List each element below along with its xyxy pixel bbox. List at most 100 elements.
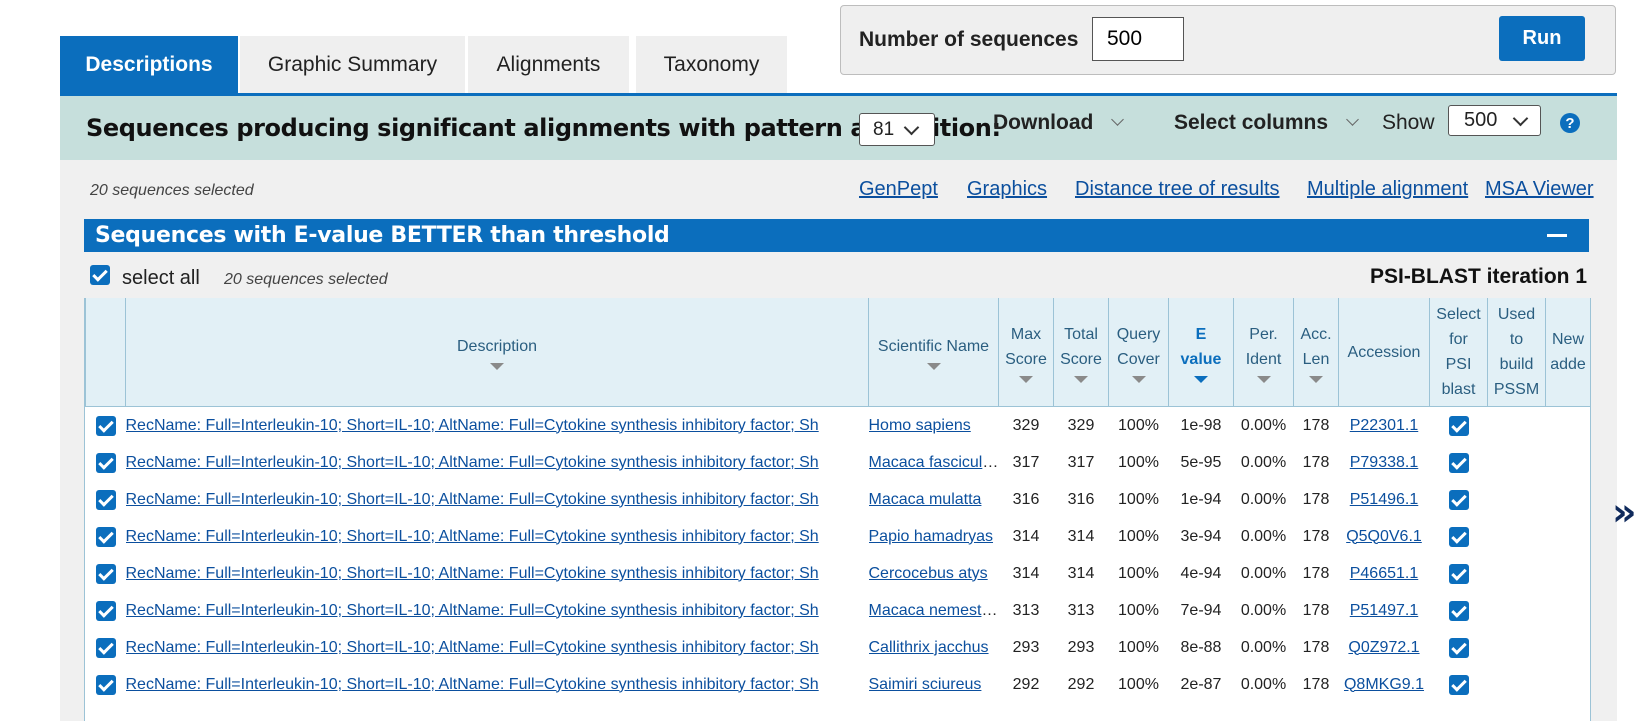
row-checkbox[interactable] bbox=[95, 489, 116, 510]
accession-link[interactable]: Q5Q0V6.1 bbox=[1346, 528, 1422, 545]
row-checkbox[interactable] bbox=[95, 526, 116, 547]
select-all-checkbox[interactable] bbox=[90, 265, 110, 285]
row-checkbox[interactable] bbox=[95, 415, 116, 436]
column-header-per-ident[interactable]: Per. Ident bbox=[1233, 298, 1294, 407]
sort-arrow-icon[interactable] bbox=[1256, 375, 1271, 383]
run-button[interactable]: Run bbox=[1499, 16, 1585, 61]
column-header-scientific-name[interactable]: Scientific Name bbox=[868, 298, 999, 407]
cell-e-value: 1e-94 bbox=[1180, 490, 1222, 508]
scientific-name-link[interactable]: Papio hamadryas bbox=[869, 528, 994, 545]
accession-link[interactable]: P79338.1 bbox=[1350, 454, 1419, 471]
psi-select-checkbox[interactable] bbox=[1448, 563, 1469, 584]
column-header-e-value[interactable]: Evalue bbox=[1168, 298, 1234, 407]
cell-total-score: 293 bbox=[1067, 638, 1095, 656]
column-header-total-score[interactable]: Total Score bbox=[1053, 298, 1109, 407]
scientific-name-link[interactable]: Homo sapiens bbox=[869, 417, 971, 434]
row-select-cell bbox=[86, 666, 126, 703]
sort-arrow-icon[interactable] bbox=[1131, 375, 1146, 383]
sort-arrow-icon[interactable] bbox=[1074, 375, 1088, 383]
accession-link[interactable]: P22301.1 bbox=[1350, 417, 1419, 434]
cell-e-value: 4e-94 bbox=[1180, 564, 1222, 582]
cell-accession: Q8MKG9.1 bbox=[1339, 666, 1430, 703]
sort-arrow-icon[interactable] bbox=[926, 363, 941, 370]
tab-descriptions[interactable]: Descriptions bbox=[60, 36, 238, 94]
column-header-description[interactable]: Description bbox=[125, 298, 869, 407]
accession-link[interactable]: Q8MKG9.1 bbox=[1344, 676, 1424, 693]
cell-accession: P22301.1 bbox=[1339, 407, 1430, 445]
distance-tree-link[interactable]: Distance tree of results bbox=[1075, 178, 1280, 201]
column-header-new-added: New adde bbox=[1545, 298, 1590, 407]
row-checkbox[interactable] bbox=[95, 600, 116, 621]
sort-arrow-icon[interactable] bbox=[1019, 375, 1033, 383]
cell-acc-len: 178 bbox=[1302, 675, 1330, 693]
pssm-cell bbox=[1488, 407, 1546, 445]
help-icon[interactable]: ? bbox=[1560, 113, 1580, 133]
column-header-max-score[interactable]: Max Score bbox=[998, 298, 1054, 407]
row-checkbox[interactable] bbox=[95, 674, 116, 695]
new-added-cell bbox=[1546, 592, 1591, 629]
description-link[interactable]: RecName: Full=Interleukin-10; Short=IL-1… bbox=[126, 417, 819, 434]
cell-accession: Q0Z972.1 bbox=[1339, 629, 1430, 666]
scientific-name-link[interactable]: Macaca fascicularis bbox=[869, 454, 999, 471]
tab-taxonomy[interactable]: Taxonomy bbox=[636, 36, 787, 94]
psi-select-cell bbox=[1430, 629, 1488, 666]
minus-icon[interactable] bbox=[1547, 234, 1567, 237]
tab-alignments[interactable]: Alignments bbox=[468, 36, 629, 94]
sort-arrow-icon[interactable] bbox=[1309, 375, 1323, 383]
column-header-acc-len[interactable]: Acc. Len bbox=[1293, 298, 1339, 407]
genpept-link[interactable]: GenPept bbox=[859, 178, 938, 201]
scientific-name-link[interactable]: Callithrix jacchus bbox=[869, 639, 989, 656]
cell-scientific-name: Macaca mulatta bbox=[869, 481, 999, 518]
psi-select-checkbox[interactable] bbox=[1448, 637, 1469, 658]
scientific-name-link[interactable]: Saimiri sciureus bbox=[869, 676, 982, 693]
description-link[interactable]: RecName: Full=Interleukin-10; Short=IL-1… bbox=[126, 602, 819, 619]
tab-graphic-summary[interactable]: Graphic Summary bbox=[240, 36, 465, 94]
download-dropdown[interactable]: Download bbox=[993, 111, 1125, 135]
description-link[interactable]: RecName: Full=Interleukin-10; Short=IL-1… bbox=[126, 639, 819, 656]
sort-arrow-icon[interactable] bbox=[490, 363, 504, 370]
accession-link[interactable]: Q0Z972.1 bbox=[1348, 639, 1419, 656]
cell-e-value: 3e-94 bbox=[1180, 527, 1222, 545]
cell-max-score: 314 bbox=[1012, 527, 1040, 545]
description-link[interactable]: RecName: Full=Interleukin-10; Short=IL-1… bbox=[126, 454, 819, 471]
cell-query-cover: 100% bbox=[1118, 638, 1159, 656]
sort-arrow-icon[interactable] bbox=[1194, 375, 1208, 383]
description-link[interactable]: RecName: Full=Interleukin-10; Short=IL-1… bbox=[126, 676, 819, 693]
double-chevron-right-icon[interactable]: » bbox=[1612, 490, 1637, 534]
scientific-name-link[interactable]: Cercocebus atys bbox=[869, 565, 988, 582]
accession-link[interactable]: P46651.1 bbox=[1350, 565, 1419, 582]
row-select-cell bbox=[86, 518, 126, 555]
row-checkbox[interactable] bbox=[95, 563, 116, 584]
msa-viewer-link[interactable]: MSA Viewer bbox=[1485, 178, 1594, 201]
scientific-name-link[interactable]: Macaca mulatta bbox=[869, 491, 982, 508]
sequence-count-input[interactable] bbox=[1092, 17, 1184, 61]
new-added-cell bbox=[1546, 555, 1591, 592]
cell-max-score: 314 bbox=[1012, 564, 1040, 582]
multiple-alignment-link[interactable]: Multiple alignment bbox=[1307, 178, 1468, 201]
column-header-text: Acc. bbox=[1300, 325, 1332, 343]
row-checkbox[interactable] bbox=[95, 637, 116, 658]
psi-select-checkbox[interactable] bbox=[1448, 452, 1469, 473]
chevron-down-icon bbox=[1111, 113, 1125, 126]
psi-select-checkbox[interactable] bbox=[1448, 526, 1469, 547]
description-link[interactable]: RecName: Full=Interleukin-10; Short=IL-1… bbox=[126, 565, 819, 582]
select-all-label[interactable]: select all bbox=[122, 267, 200, 290]
description-link[interactable]: RecName: Full=Interleukin-10; Short=IL-1… bbox=[126, 528, 819, 545]
psi-select-checkbox[interactable] bbox=[1448, 600, 1469, 621]
graphics-link[interactable]: Graphics bbox=[967, 178, 1047, 201]
psi-select-checkbox[interactable] bbox=[1448, 489, 1469, 510]
description-link[interactable]: RecName: Full=Interleukin-10; Short=IL-1… bbox=[126, 491, 819, 508]
accession-link[interactable]: P51497.1 bbox=[1350, 602, 1419, 619]
position-select[interactable]: 81 bbox=[859, 113, 935, 146]
cell-max-score: 292 bbox=[1012, 675, 1040, 693]
column-header-text: Accession bbox=[1347, 343, 1421, 361]
row-checkbox[interactable] bbox=[95, 452, 116, 473]
show-select[interactable]: 500 bbox=[1448, 105, 1541, 136]
psi-select-checkbox[interactable] bbox=[1448, 415, 1469, 436]
select-columns-dropdown[interactable]: Select columns bbox=[1174, 111, 1359, 135]
column-header-query-cover[interactable]: Query Cover bbox=[1108, 298, 1169, 407]
scientific-name-link[interactable]: Macaca nemestrina bbox=[869, 602, 999, 619]
section-header: Sequences with E-value BETTER than thres… bbox=[84, 219, 1589, 252]
psi-select-checkbox[interactable] bbox=[1448, 674, 1469, 695]
accession-link[interactable]: P51496.1 bbox=[1350, 491, 1419, 508]
